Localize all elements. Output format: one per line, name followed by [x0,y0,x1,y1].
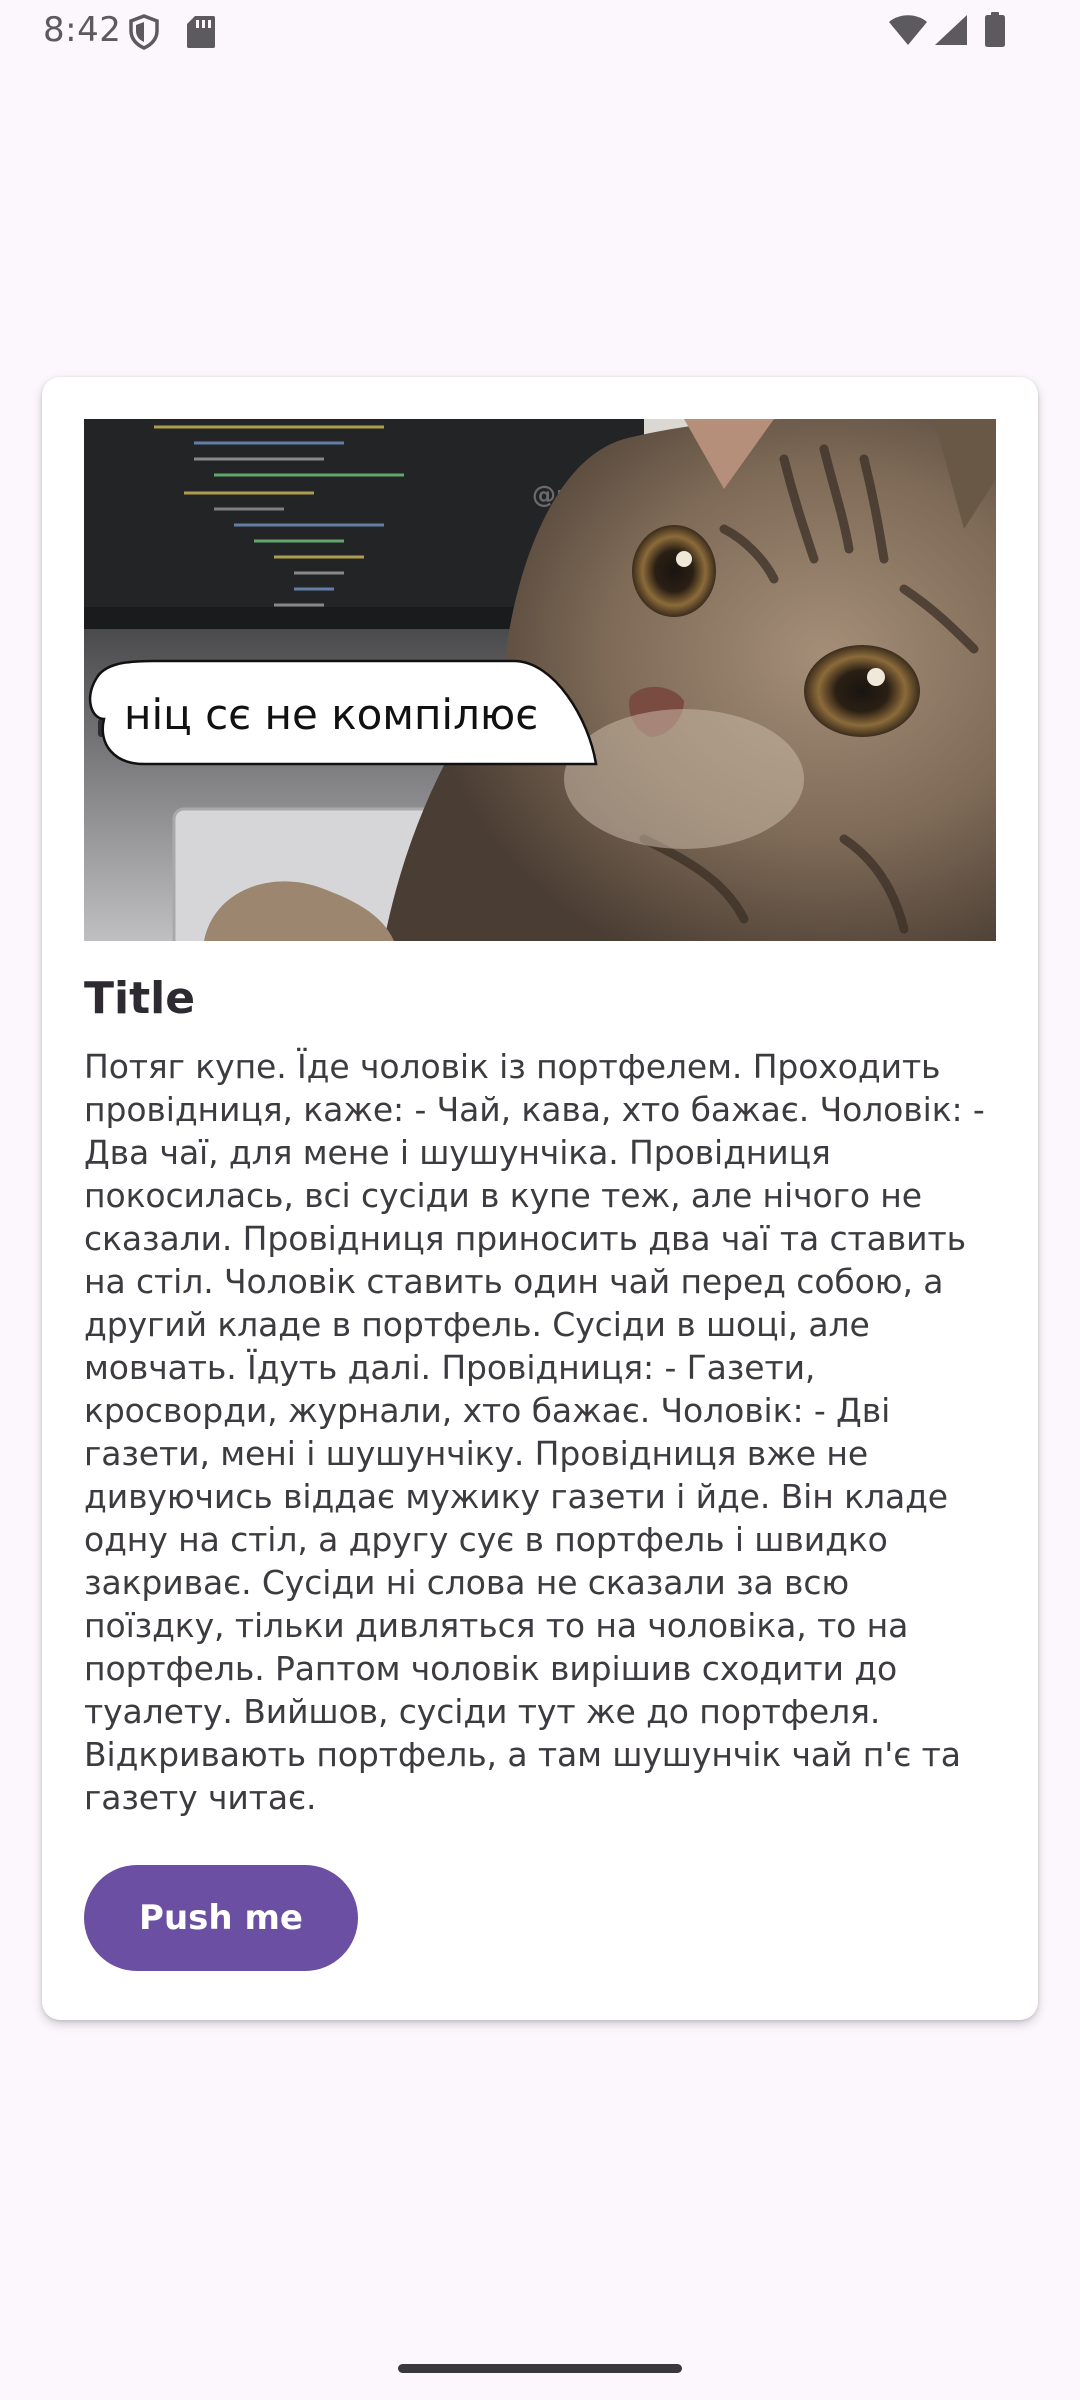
battery-icon [985,12,1005,47]
image-caption: ніц сє не компілює [124,690,538,739]
card-image: @moja [84,419,996,941]
content-card: @moja [42,377,1038,2020]
status-time: 8:42 [43,10,122,50]
card-title: Title [84,973,196,1024]
status-bar: 8:42 [0,0,1080,64]
card-body-text: Потяг купе. Їде чоловік із портфелем. Пр… [84,1047,985,1817]
wifi-icon [889,15,927,45]
home-indicator[interactable] [398,2364,682,2373]
push-me-button[interactable]: Push me [84,1865,358,1971]
shield-icon [129,14,159,50]
cell-signal-icon [935,15,967,45]
sd-card-icon [187,16,215,48]
